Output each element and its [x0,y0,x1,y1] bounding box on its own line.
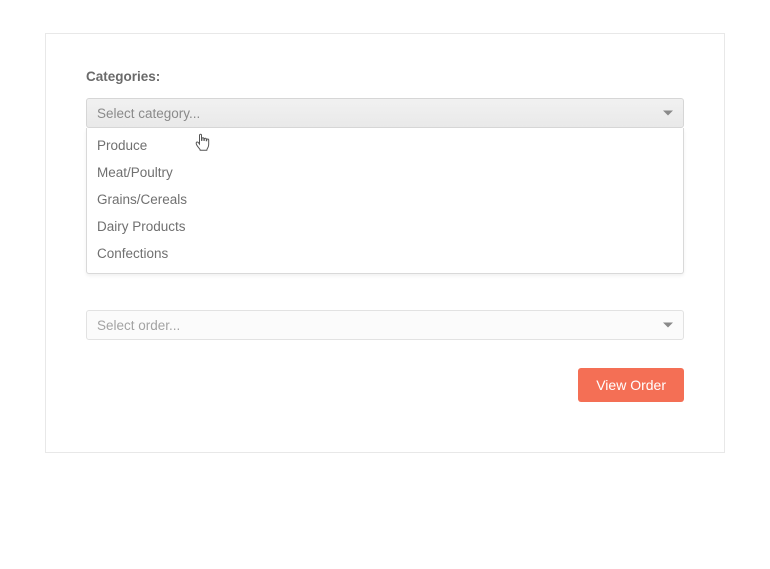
list-item[interactable]: Grains/Cereals [87,186,683,213]
list-item[interactable]: Confections [87,240,683,267]
cursor-hand-icon [195,133,211,154]
list-item[interactable]: Produce [87,132,683,159]
button-row: View Order [86,368,684,402]
chevron-down-icon [663,111,673,116]
view-order-button[interactable]: View Order [578,368,684,402]
category-dropdown[interactable]: Select category... [86,98,684,128]
chevron-down-icon [663,323,673,328]
list-item[interactable]: Dairy Products [87,213,683,240]
category-placeholder: Select category... [97,106,200,121]
list-item[interactable]: Meat/Poultry [87,159,683,186]
form-panel: Categories: Select category... Produce M… [45,33,725,453]
order-placeholder: Select order... [97,318,180,333]
categories-label: Categories: [86,69,684,84]
category-dropdown-list: Produce Meat/Poultry Grains/Cereals Dair… [86,128,684,274]
order-dropdown[interactable]: Select order... [86,310,684,340]
category-dropdown-wrap: Select category... Produce Meat/Poultry … [86,98,684,128]
order-select-row: Select order... [86,310,684,340]
